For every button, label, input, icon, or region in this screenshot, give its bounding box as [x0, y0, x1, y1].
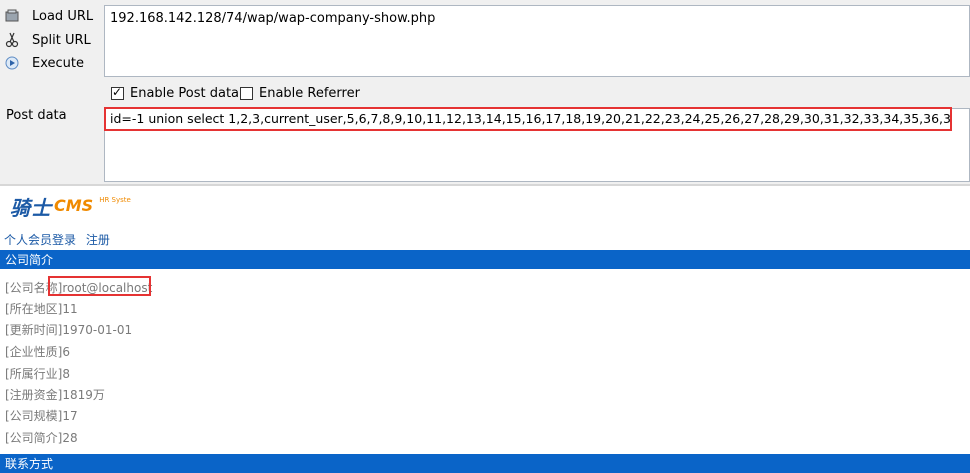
enable-referrer-checkbox[interactable]: Enable Referrer [240, 86, 360, 101]
divider [0, 184, 970, 186]
info-row-nature: [企业性质]6 [5, 345, 70, 359]
enable-post-checkbox[interactable]: Enable Post data [111, 85, 240, 101]
member-nav: 个人会员登录 注册 [4, 231, 116, 248]
execute-button[interactable]: Execute [0, 52, 100, 74]
post-data-label: Post data [6, 108, 67, 123]
load-url-button[interactable]: Load URL [0, 5, 100, 27]
info-row-updated: [更新时间]1970-01-01 [5, 323, 133, 337]
register-link[interactable]: 注册 [86, 233, 110, 247]
load-url-icon [4, 8, 20, 24]
info-row-scale: [公司规模]17 [5, 409, 78, 423]
info-row-industry: [所属行业]8 [5, 367, 70, 381]
split-url-button[interactable]: Split URL [0, 29, 100, 51]
execute-label: Execute [32, 55, 84, 71]
url-input[interactable]: 192.168.142.128/74/wap/wap-company-show.… [104, 5, 970, 77]
play-icon [4, 55, 20, 71]
checkbox-checked-icon[interactable] [111, 85, 124, 100]
url-value: 192.168.142.128/74/wap/wap-company-show.… [110, 11, 436, 26]
info-row-intro: [公司简介]28 [5, 431, 78, 445]
post-data-value: id=-1 union select 1,2,3,current_user,5,… [104, 107, 952, 131]
info-row-region: [所在地区]11 [5, 302, 78, 316]
checkbox-unchecked-icon[interactable] [240, 87, 253, 100]
logo-sub-text: HR Syste [99, 196, 131, 204]
login-link[interactable]: 个人会员登录 [4, 233, 76, 247]
highlight-box [48, 276, 151, 296]
enable-post-label: Enable Post data [130, 86, 240, 101]
logo-cms-text: CMS [54, 196, 94, 215]
section-contact-header: 联系方式 [0, 454, 970, 473]
load-url-label: Load URL [32, 8, 94, 24]
info-row-capital: [注册资金]1819万 [5, 388, 105, 402]
hackbar-panel: Load URL Split URL Execute 192.168.142.1… [0, 0, 970, 184]
section-company-header: 公司简介 [0, 250, 970, 269]
site-logo[interactable]: 骑士 CMS HR Syste [10, 192, 131, 221]
enable-referrer-label: Enable Referrer [259, 86, 360, 101]
split-url-label: Split URL [32, 32, 91, 48]
logo-main-text: 骑士 [10, 196, 52, 220]
scissors-icon [4, 32, 20, 48]
